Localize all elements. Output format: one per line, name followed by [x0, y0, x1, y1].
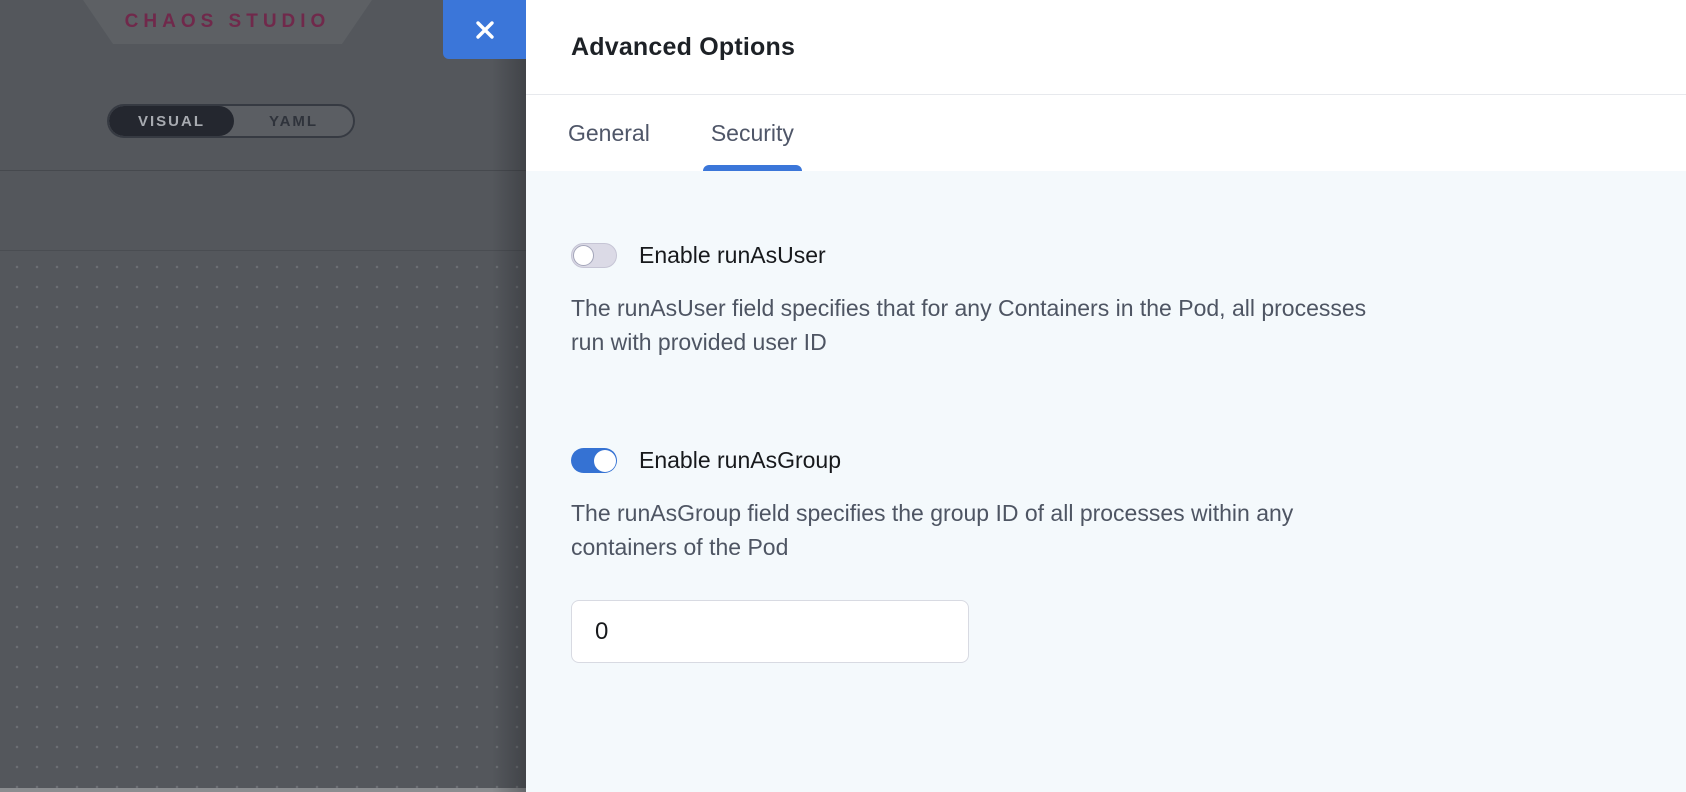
chaos-studio-logo: CHAOS STUDIO	[83, 0, 372, 44]
run-as-user-toggle-row: Enable runAsUser	[571, 242, 1641, 269]
close-icon	[474, 19, 496, 41]
security-tab-panel: Enable runAsUser The runAsUser field spe…	[526, 171, 1686, 792]
run-as-user-description: The runAsUser field specifies that for a…	[571, 291, 1641, 359]
enable-run-as-group-label: Enable runAsGroup	[639, 447, 841, 474]
description-line: run with provided user ID	[571, 325, 1641, 359]
toggle-knob	[573, 245, 594, 266]
yaml-tab[interactable]: YAML	[234, 106, 353, 136]
visual-tab[interactable]: VISUAL	[109, 106, 234, 136]
tab-general[interactable]: General	[566, 95, 652, 171]
drawer-tabs: General Security	[526, 95, 1686, 171]
run-as-group-section: Enable runAsGroup The runAsGroup field s…	[571, 447, 1641, 663]
description-line: The runAsUser field specifies that for a…	[571, 291, 1641, 325]
tab-security[interactable]: Security	[709, 95, 796, 171]
drawer-header: Advanced Options	[526, 0, 1686, 95]
canvas-bottom-edge	[0, 788, 526, 792]
toggle-knob	[594, 450, 616, 472]
run-as-group-id-input[interactable]	[571, 600, 969, 663]
run-as-group-description: The runAsGroup field specifies the group…	[571, 496, 1641, 564]
run-as-user-section: Enable runAsUser The runAsUser field spe…	[571, 242, 1641, 359]
canvas-header-divider	[0, 170, 526, 171]
description-line: The runAsGroup field specifies the group…	[571, 496, 1641, 530]
chaos-studio-logo-text: CHAOS STUDIO	[125, 11, 331, 33]
drawer-shadow	[492, 0, 526, 792]
drawer-title: Advanced Options	[571, 33, 795, 62]
close-drawer-button[interactable]	[443, 0, 526, 59]
enable-run-as-group-toggle[interactable]	[571, 448, 617, 473]
enable-run-as-user-label: Enable runAsUser	[639, 242, 826, 269]
run-as-group-toggle-row: Enable runAsGroup	[571, 447, 1641, 474]
workflow-dot-grid	[0, 251, 526, 788]
enable-run-as-user-toggle[interactable]	[571, 243, 617, 268]
chaos-studio-canvas: CHAOS STUDIO VISUAL YAML	[0, 0, 526, 792]
advanced-options-drawer: Advanced Options General Security Enable…	[526, 0, 1686, 792]
visual-yaml-toggle[interactable]: VISUAL YAML	[107, 104, 355, 138]
description-line: containers of the Pod	[571, 530, 1641, 564]
